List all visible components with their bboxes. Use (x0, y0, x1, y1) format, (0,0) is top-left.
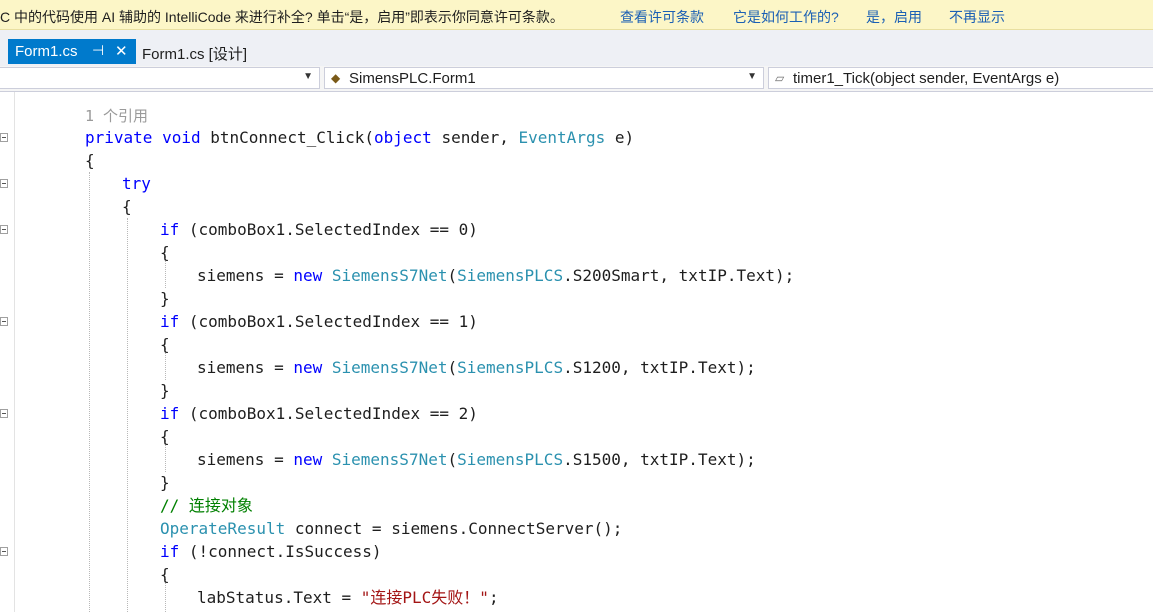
intellicode-infobar: C 中的代码使用 AI 辅助的 IntelliCode 来进行补全? 单击“是，… (0, 0, 1153, 30)
code-line: labStatus.Text = "连接PLC失败！"; (197, 586, 499, 609)
indent-guide (89, 172, 90, 612)
code-line: { (160, 427, 170, 446)
keyword: void (162, 128, 201, 147)
class-dropdown-value: SimensPLC.Form1 (349, 70, 476, 87)
infobar-message: C 中的代码使用 AI 辅助的 IntelliCode 来进行补全? 单击“是，… (0, 9, 564, 25)
code-line: if (comboBox1.SelectedIndex == 2) (160, 402, 478, 425)
code-line: if (!connect.IsSuccess) (160, 540, 382, 563)
pin-icon[interactable]: ⊣ (92, 42, 104, 59)
keyword: new (293, 358, 323, 377)
code-text: .S1200, txtIP.Text); (563, 358, 756, 377)
class-icon: ◆ (331, 71, 341, 85)
code-line: { (160, 243, 170, 262)
keyword: if (160, 404, 180, 423)
code-line: { (122, 197, 132, 216)
collapse-icon[interactable] (0, 179, 8, 188)
code-text: .S1500, txtIP.Text); (563, 450, 756, 469)
code-line: } (160, 289, 170, 308)
tab-label: Form1.cs (15, 43, 78, 60)
collapse-icon[interactable] (0, 409, 8, 418)
enable-link[interactable]: 是，启用 (866, 7, 922, 27)
collapse-icon[interactable] (0, 547, 8, 556)
chevron-down-icon: ▼ (747, 71, 757, 82)
how-it-works-link[interactable]: 它是如何工作的? (733, 7, 839, 27)
project-dropdown[interactable]: ▼ (0, 67, 320, 89)
method-name: btnConnect_Click( (210, 128, 375, 147)
type-name: SiemensPLCS (457, 358, 564, 377)
code-text: sender, (431, 128, 519, 147)
type-name: SiemensS7Net (331, 450, 448, 469)
code-line: private void btnConnect_Click(object sen… (85, 126, 634, 149)
document-tab-strip: Form1.cs ⊣ ✕ Form1.cs [设计] (0, 30, 1153, 96)
code-line: { (85, 151, 95, 170)
code-text: siemens = (197, 266, 294, 285)
collapse-icon[interactable] (0, 317, 8, 326)
code-text: (comboBox1.SelectedIndex == 0) (179, 220, 478, 239)
indent-guide (127, 218, 128, 612)
code-line: if (comboBox1.SelectedIndex == 1) (160, 310, 478, 333)
keyword: if (160, 542, 180, 561)
code-line: try (122, 174, 151, 193)
code-line: siemens = new SiemensS7Net(SiemensPLCS.S… (197, 264, 794, 287)
keyword: new (293, 266, 323, 285)
tab-label: Form1.cs [设计] (142, 46, 248, 63)
close-icon[interactable]: ✕ (115, 42, 128, 60)
keyword: new (293, 450, 323, 469)
navigation-bar: ▼ ◆ SimensPLC.Form1 ▼ ▱ timer1_Tick(obje… (0, 66, 1153, 92)
code-line: if (comboBox1.SelectedIndex == 0) (160, 218, 478, 241)
code-text: ( (447, 266, 458, 285)
tab-form1-cs[interactable]: Form1.cs ⊣ ✕ (8, 39, 136, 64)
reference-count[interactable]: 1 个引用 (85, 105, 148, 128)
code-text: siemens = (197, 358, 294, 377)
chevron-down-icon: ▼ (303, 71, 313, 82)
dont-show-again-link[interactable]: 不再显示 (949, 7, 1005, 27)
code-comment: // 连接对象 (160, 496, 253, 515)
code-line: siemens = new SiemensS7Net(SiemensPLCS.S… (197, 448, 756, 471)
code-text: ( (447, 358, 458, 377)
code-text: (comboBox1.SelectedIndex == 1) (179, 312, 478, 331)
code-text: ( (447, 450, 458, 469)
view-license-link[interactable]: 查看许可条款 (620, 7, 704, 27)
type-name: SiemensS7Net (331, 266, 448, 285)
code-text: ; (488, 588, 499, 607)
string-literal: "连接PLC失败！" (360, 588, 489, 607)
code-editor[interactable]: 1 个引用 private void btnConnect_Click(obje… (0, 92, 1153, 612)
code-line: siemens = new SiemensS7Net(SiemensPLCS.S… (197, 356, 756, 379)
method-icon: ▱ (775, 71, 785, 85)
code-text: siemens = (197, 450, 294, 469)
type-name: SiemensPLCS (457, 450, 564, 469)
keyword: if (160, 312, 180, 331)
code-line: } (160, 473, 170, 492)
code-line: { (160, 565, 170, 584)
gutter-divider (14, 92, 15, 612)
keyword: if (160, 220, 180, 239)
code-text: .S200Smart, txtIP.Text); (563, 266, 795, 285)
code-line: } (160, 381, 170, 400)
code-text: e) (605, 128, 635, 147)
code-text: (comboBox1.SelectedIndex == 2) (179, 404, 478, 423)
code-line: { (160, 335, 170, 354)
class-dropdown[interactable]: ◆ SimensPLC.Form1 ▼ (324, 67, 764, 89)
type-name: SiemensS7Net (331, 358, 448, 377)
member-dropdown-value: timer1_Tick(object sender, EventArgs e) (793, 70, 1060, 87)
code-text: labStatus.Text = (197, 588, 361, 607)
member-dropdown[interactable]: ▱ timer1_Tick(object sender, EventArgs e… (768, 67, 1153, 89)
type-name: EventArgs (518, 128, 606, 147)
code-line: OperateResult connect = siemens.ConnectS… (160, 517, 622, 540)
type-name: OperateResult (160, 519, 286, 538)
keyword: private (85, 128, 153, 147)
keyword: object (374, 128, 432, 147)
code-text: connect = siemens.ConnectServer(); (285, 519, 623, 538)
type-name: SiemensPLCS (457, 266, 564, 285)
collapse-icon[interactable] (0, 133, 8, 142)
collapse-icon[interactable] (0, 225, 8, 234)
code-text: (!connect.IsSuccess) (179, 542, 382, 561)
